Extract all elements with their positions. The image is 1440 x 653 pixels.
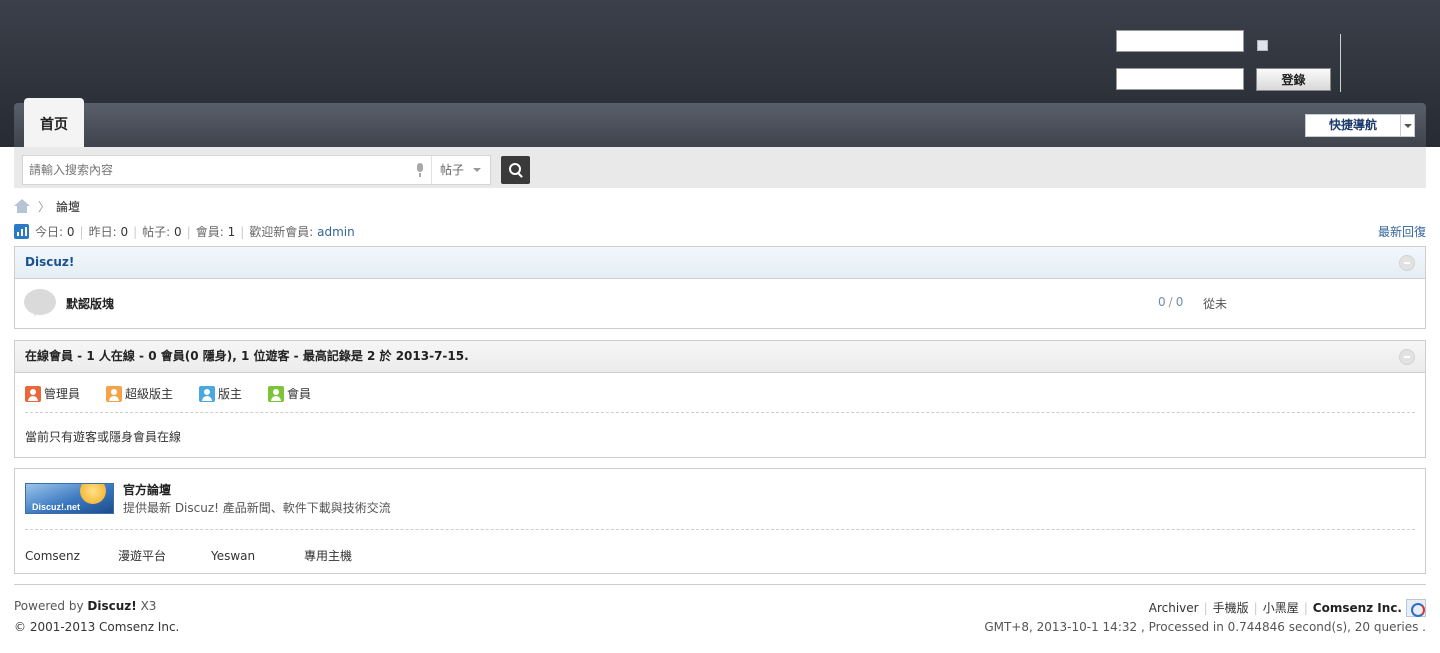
forum-group-header: Discuz! <box>15 247 1425 279</box>
stat-today-value: 0 <box>66 225 75 239</box>
stat-welcome-label: 歡迎新會員: <box>249 225 314 239</box>
footer-link-mobile[interactable]: 手機版 <box>1213 601 1249 615</box>
online-header: 在線會員 - 1 人在線 - 0 會員(0 隱身), 1 位遊客 - 最高記錄是… <box>15 341 1425 373</box>
chevron-down-icon <box>473 168 481 176</box>
stat-posts-label: 帖子: <box>142 225 171 239</box>
link-manyou[interactable]: 漫遊平台 <box>118 547 211 564</box>
legend-member: 會員 <box>268 385 311 402</box>
login-form: 登錄 <box>1116 30 1346 92</box>
product-link[interactable]: Discuz! <box>87 599 136 613</box>
text-links: Comsenz 漫遊平台 Yeswan 專用主機 <box>15 530 1425 573</box>
latest-reply-link[interactable]: 最新回復 <box>1378 224 1426 241</box>
admin-user-icon <box>25 386 41 402</box>
featured-link-title[interactable]: 官方論壇 <box>123 481 171 498</box>
microphone-icon[interactable] <box>415 163 425 177</box>
main-nav: 首页 快捷導航 <box>14 98 1426 147</box>
footer-link-blackroom[interactable]: 小黑屋 <box>1263 601 1299 615</box>
link-comsenz[interactable]: Comsenz <box>25 549 118 563</box>
friend-links-box: Discuz!.net 官方論壇 提供最新 Discuz! 產品新聞、軟件下載與… <box>14 468 1426 574</box>
page-footer: Powered by Discuz! X3 © 2001-2013 Comsen… <box>14 584 1426 634</box>
online-title[interactable]: 在線會員 - 1 人在線 - 0 會員(0 隱身), 1 位遊客 - 最高記錄是… <box>25 349 469 363</box>
online-message: 當前只有遊客或隱身會員在線 <box>25 430 182 444</box>
password-input[interactable] <box>1116 68 1244 90</box>
stat-members-value: 1 <box>227 225 236 239</box>
online-members-box: 在線會員 - 1 人在線 - 0 會員(0 隱身), 1 位遊客 - 最高記錄是… <box>14 340 1426 458</box>
forum-counts: 0/0 <box>1158 295 1184 309</box>
link-yeswan[interactable]: Yeswan <box>211 549 304 563</box>
discuz-logo[interactable]: Discuz!.net <box>25 483 114 514</box>
collapse-icon[interactable] <box>1399 349 1415 365</box>
username-input[interactable] <box>1116 30 1244 52</box>
forum-group-box: Discuz! 默認版塊 0/0 從未 <box>14 246 1426 329</box>
search-type-label: 帖子 <box>440 163 465 177</box>
forum-name[interactable]: 默認版塊 <box>66 295 114 312</box>
footer-company-link[interactable]: Comsenz Inc. <box>1313 601 1402 615</box>
quick-nav-label: 快捷導航 <box>1329 118 1378 132</box>
breadcrumb-separator: 〉 <box>38 200 51 214</box>
chevron-down-icon <box>1400 115 1414 136</box>
breadcrumb-current[interactable]: 論壇 <box>56 200 80 214</box>
stat-yesterday-value: 0 <box>120 225 129 239</box>
footer-link-archiver[interactable]: Archiver <box>1149 601 1199 615</box>
search-input[interactable] <box>23 156 429 184</box>
moderator-icon <box>199 386 216 402</box>
legend-admin: 管理員 <box>25 385 80 402</box>
forum-last-post: 從未 <box>1203 297 1228 311</box>
newest-member-link[interactable]: admin <box>317 225 355 239</box>
online-legend: 管理員 超級版主 版主 會員 <box>25 373 1415 413</box>
login-divider <box>1340 34 1341 92</box>
stat-yesterday-label: 昨日: <box>88 225 117 239</box>
forum-thread-count: 0 <box>1158 295 1166 309</box>
debug-info: GMT+8, 2013-10-1 14:32 , Processed in 0.… <box>984 620 1426 634</box>
powered-by: Powered by Discuz! X3 <box>14 599 157 613</box>
search-bar: 帖子 <box>14 147 1426 188</box>
quick-nav-button[interactable]: 快捷導航 <box>1305 114 1415 137</box>
featured-link-desc: 提供最新 Discuz! 產品新聞、軟件下載與技術交流 <box>123 501 391 515</box>
remember-checkbox[interactable] <box>1257 40 1268 51</box>
bar-chart-icon <box>14 224 29 239</box>
search-button[interactable] <box>501 156 530 184</box>
forum-row: 默認版塊 0/0 從未 <box>15 279 1425 327</box>
footer-links: Archiver | 手機版 | 小黑屋 | Comsenz Inc. <box>1148 601 1402 615</box>
stat-members-label: 會員: <box>195 225 224 239</box>
nav-tab-home[interactable]: 首页 <box>24 98 84 147</box>
stat-today-label: 今日: <box>35 225 64 239</box>
link-hosting[interactable]: 專用主機 <box>304 547 352 564</box>
legend-moderator: 版主 <box>199 385 242 402</box>
login-button[interactable]: 登錄 <box>1256 68 1331 91</box>
copyright: © 2001-2013 Comsenz Inc. <box>14 620 180 634</box>
forum-post-count: 0 <box>1175 295 1184 309</box>
featured-link: Discuz!.net 官方論壇 提供最新 Discuz! 產品新聞、軟件下載與… <box>25 469 1415 530</box>
forum-group-title[interactable]: Discuz! <box>25 255 74 269</box>
super-moderator-icon <box>106 386 123 402</box>
member-icon <box>268 386 285 402</box>
cnzz-badge-icon[interactable] <box>1406 599 1426 617</box>
legend-super-mod: 超級版主 <box>106 385 173 402</box>
forum-stats: 今日: 0 | 昨日: 0 | 帖子: 0 | 會員: 1 | 歡迎新會員: admin 最新回… <box>14 224 1426 241</box>
collapse-icon[interactable] <box>1399 255 1415 271</box>
breadcrumb: 〉論壇 <box>14 199 80 215</box>
search-type-select[interactable]: 帖子 <box>431 156 491 184</box>
forum-status-icon <box>24 289 56 315</box>
home-icon[interactable] <box>14 199 30 213</box>
stat-posts-value: 0 <box>174 225 182 239</box>
search-box: 帖子 <box>22 155 491 185</box>
